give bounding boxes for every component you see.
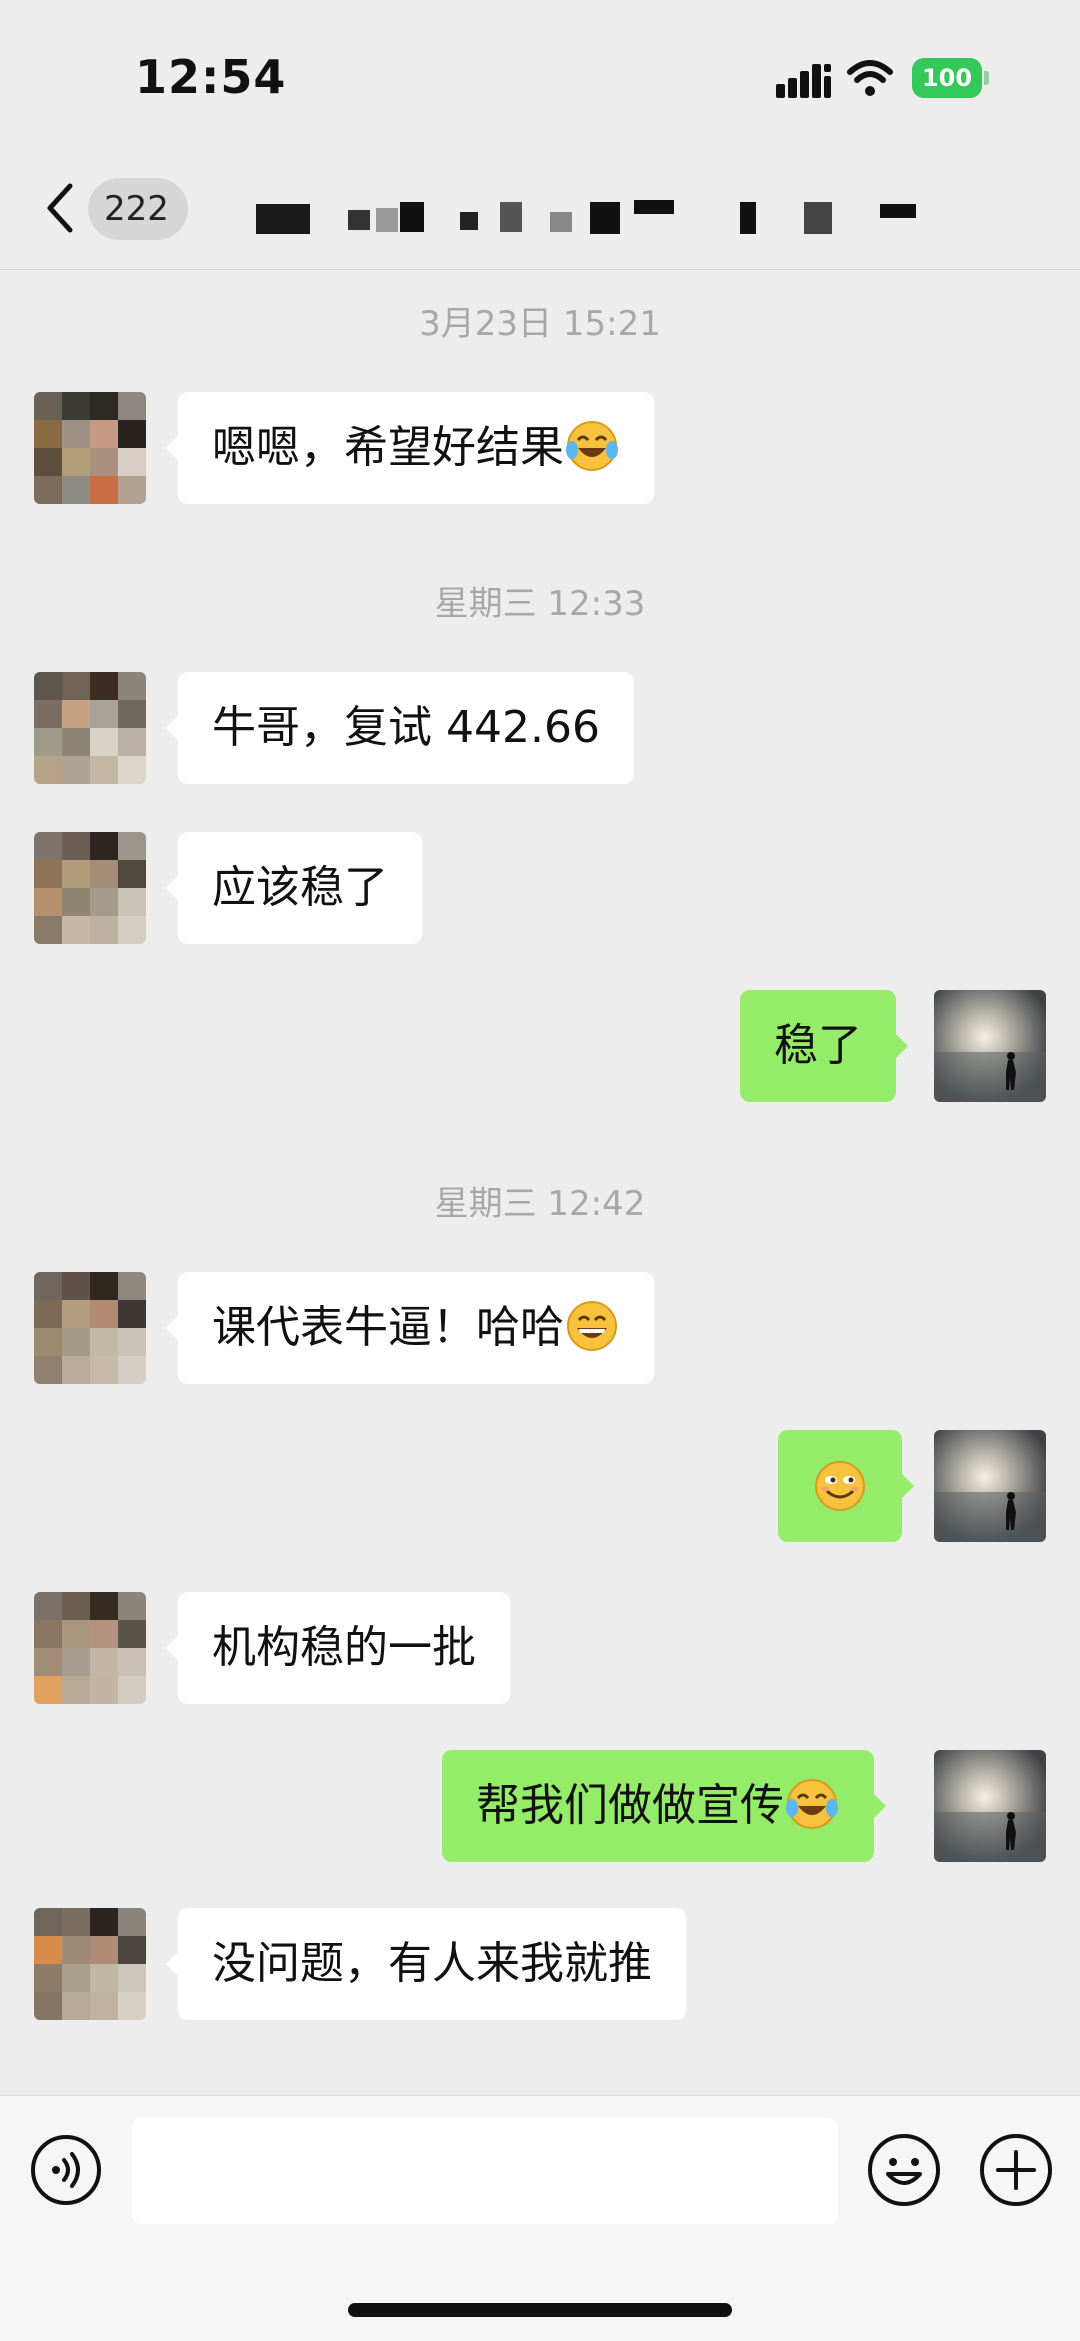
self-avatar[interactable]	[934, 1430, 1046, 1542]
message-text: 帮我们做做宣传	[476, 1780, 784, 1831]
message-bubble-incoming[interactable]: 嗯嗯，希望好结果	[166, 392, 654, 504]
message-text: 机构稳的一批	[212, 1622, 476, 1673]
wifi-icon	[847, 60, 893, 96]
message-text: 课代表牛逼！哈哈	[212, 1302, 564, 1353]
battery-level: 100	[912, 58, 982, 98]
message-text: 稳了	[774, 1020, 862, 1071]
laughing-tears-emoji	[786, 1779, 838, 1829]
signal-icon	[776, 64, 831, 98]
avatar[interactable]	[34, 1908, 146, 2020]
timestamp: 3月23日 15:21	[419, 304, 661, 344]
voice-icon[interactable]	[30, 2134, 102, 2206]
avatar[interactable]	[34, 392, 146, 504]
grinning-emoji	[567, 1301, 617, 1351]
avatar[interactable]	[34, 1592, 146, 1704]
timestamp: 星期三 12:42	[434, 1184, 646, 1224]
unread-count-badge[interactable]: 222	[88, 178, 188, 240]
message-text: 牛哥，复试 442.66	[212, 702, 600, 753]
message-bubble-incoming[interactable]: 没问题，有人来我就推	[166, 1908, 686, 2020]
chat-header: 222	[0, 150, 1080, 270]
message-text: 应该稳了	[212, 862, 388, 913]
message-bubble-incoming[interactable]: 牛哥，复试 442.66	[166, 672, 634, 784]
self-avatar[interactable]	[934, 990, 1046, 1102]
message-text: 没问题，有人来我就推	[212, 1938, 652, 1989]
status-bar: 12:54 100	[0, 0, 1080, 150]
message-bubble-outgoing[interactable]: 帮我们做做宣传	[442, 1750, 886, 1862]
message-text: 嗯嗯，希望好结果	[212, 422, 564, 473]
avatar[interactable]	[34, 832, 146, 944]
smirk-emoji	[815, 1461, 865, 1511]
input-bar	[0, 2095, 1080, 2341]
message-bubble-incoming[interactable]: 课代表牛逼！哈哈	[166, 1272, 654, 1384]
message-input[interactable]	[132, 2118, 838, 2224]
self-avatar[interactable]	[934, 1750, 1046, 1862]
home-indicator[interactable]	[348, 2303, 732, 2317]
message-bubble-outgoing[interactable]: 稳了	[740, 990, 908, 1102]
emoji-icon[interactable]	[866, 2132, 942, 2208]
timestamp: 星期三 12:33	[434, 584, 646, 624]
laughing-tears-emoji	[566, 421, 618, 471]
message-bubble-incoming[interactable]: 应该稳了	[166, 832, 422, 944]
chevron-left-icon[interactable]	[40, 180, 80, 236]
battery-icon: 100	[912, 58, 990, 98]
chat-title-redacted	[250, 198, 930, 238]
message-bubble-incoming[interactable]: 机构稳的一批	[166, 1592, 510, 1704]
status-time: 12:54	[135, 50, 287, 104]
avatar[interactable]	[34, 672, 146, 784]
avatar[interactable]	[34, 1272, 146, 1384]
plus-icon[interactable]	[978, 2132, 1054, 2208]
message-bubble-outgoing[interactable]	[778, 1430, 914, 1542]
